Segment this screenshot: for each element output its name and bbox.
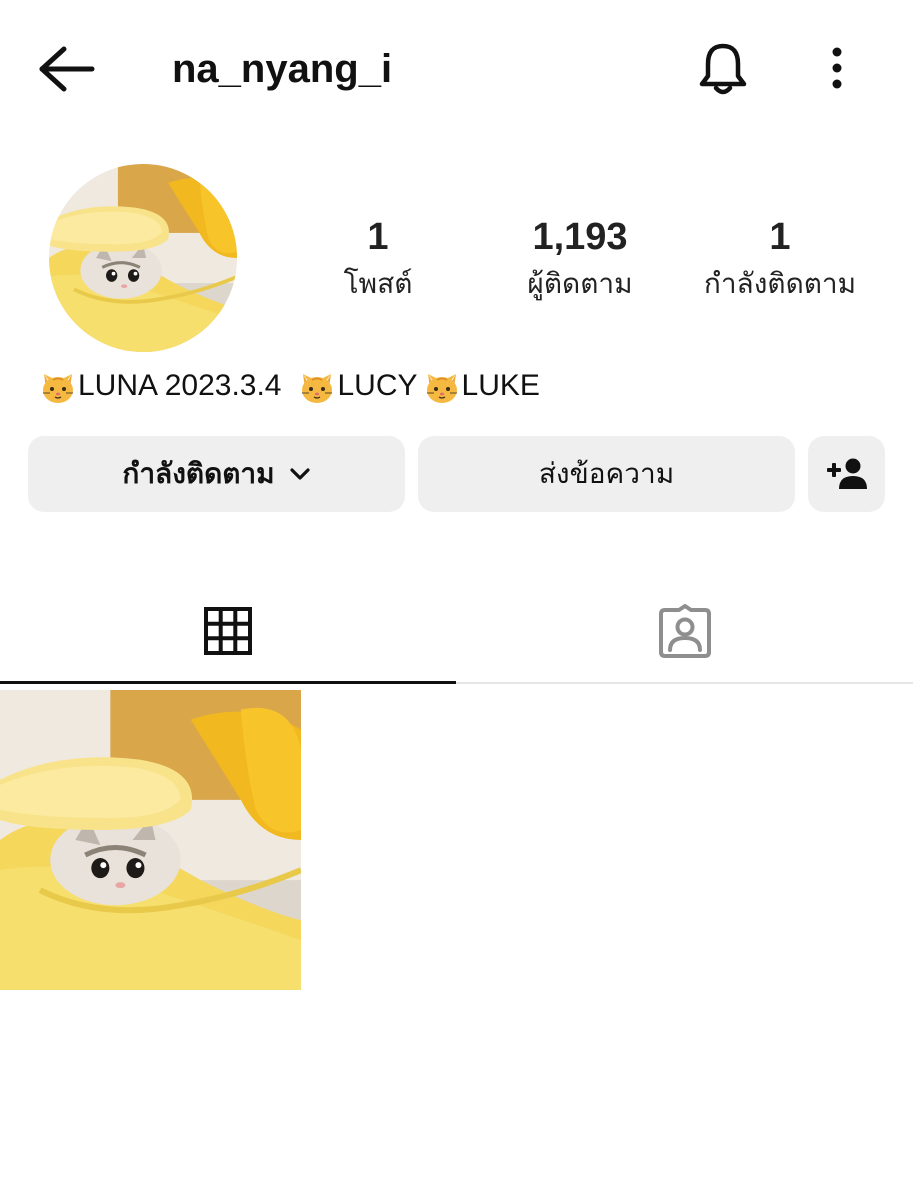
following-count: 1 [769,216,791,258]
following-label: กำลังติดตาม [703,267,857,300]
bell-icon [699,43,747,95]
profile-tabs [0,580,913,684]
cat-face-emoji-icon [38,366,78,406]
profile-avatar[interactable] [49,164,237,352]
add-user-button[interactable] [808,436,885,512]
posts-count: 1 [367,216,389,258]
cat-face-emoji-icon [297,366,337,406]
notification-button[interactable] [694,40,752,98]
add-person-icon [826,458,867,489]
post-image [0,690,301,990]
more-options-button[interactable] [822,44,852,94]
tagged-person-icon [659,604,711,658]
message-button[interactable]: ส่งข้อความ [418,436,795,512]
tab-posts-grid[interactable] [0,580,456,684]
followers-label: ผู้ติดตาม [527,267,633,300]
bio-segment: LUCY [297,364,418,408]
profile-bio: LUNA 2023.3.4 LUCY LUKE [38,364,540,408]
message-button-label: ส่งข้อความ [538,457,675,490]
following-button-label: กำลังติดตาม [122,457,275,490]
bio-segment: LUNA 2023.3.4 [38,364,281,408]
profile-username: na_nyang_i [172,47,393,91]
following-button[interactable]: กำลังติดตาม [28,436,405,512]
cat-face-emoji-icon [422,366,462,406]
grid-icon [204,606,252,655]
top-bar: na_nyang_i [0,0,913,140]
following-count-stat[interactable]: 1 กำลังติดตาม [690,212,870,306]
posts-label: โพสต์ [343,267,413,300]
post-thumbnail[interactable] [0,690,301,990]
more-vertical-icon [832,47,842,89]
bio-segment: LUKE [422,364,540,408]
avatar-image [49,164,237,352]
arrow-left-icon [39,46,95,92]
bio-text-luke: LUKE [461,369,540,402]
posts-count-stat[interactable]: 1 โพสต์ [318,212,438,306]
back-button[interactable] [36,44,96,94]
followers-count: 1,193 [532,216,628,258]
bio-text-lucy: LUCY [337,369,418,402]
chevron-down-icon [290,468,310,480]
bio-text-luna: LUNA 2023.3.4 [78,369,282,402]
tab-tagged[interactable] [457,580,913,684]
followers-count-stat[interactable]: 1,193 ผู้ติดตาม [500,212,660,306]
